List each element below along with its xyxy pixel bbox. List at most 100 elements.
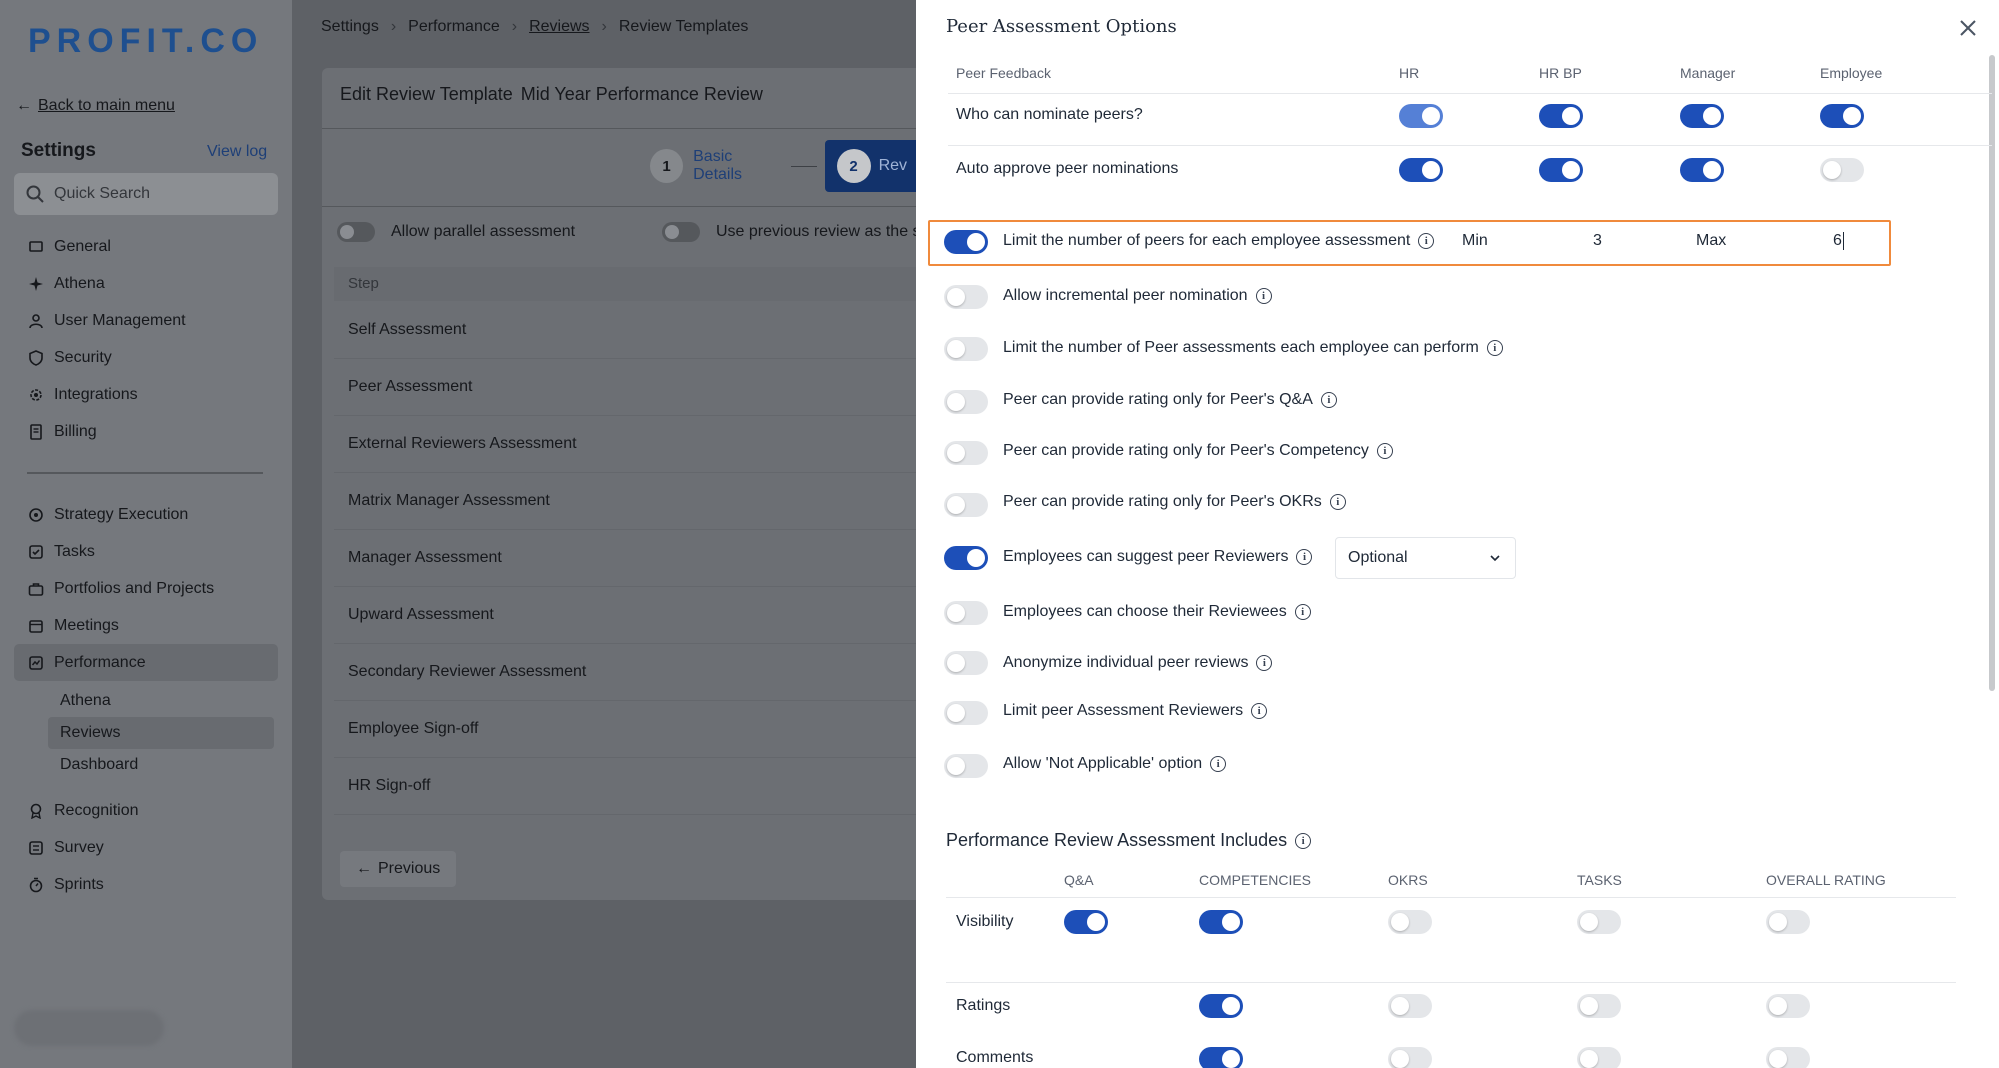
overall-rating-column-header: OVERALL RATING <box>1766 872 1886 888</box>
max-label: Max <box>1696 232 1727 249</box>
manager-column-header: Manager <box>1680 65 1736 81</box>
anonymize-reviews-toggle[interactable] <box>944 651 988 675</box>
visibility-qa-toggle[interactable] <box>1064 910 1108 934</box>
step-connector <box>791 165 817 167</box>
view-log-link[interactable]: View log <box>207 143 267 161</box>
sidebar-subitem-reviews[interactable]: Reviews <box>48 717 274 749</box>
visibility-competencies-toggle[interactable] <box>1199 910 1243 934</box>
profitco-logo[interactable]: PROFIT.CO <box>28 22 263 61</box>
rating-competency-only-toggle[interactable] <box>944 441 988 465</box>
sidebar-item-meetings[interactable]: Meetings <box>14 607 278 644</box>
info-icon[interactable]: i <box>1486 340 1503 356</box>
suggest-reviewers-select[interactable]: Optional <box>1335 537 1516 579</box>
table-row[interactable]: External Reviewers Assessment <box>334 416 934 473</box>
limit-peers-toggle[interactable] <box>944 230 988 254</box>
info-icon[interactable]: i <box>1295 832 1312 849</box>
info-icon[interactable]: i <box>1320 392 1337 408</box>
suggest-peer-reviewers-toggle[interactable] <box>944 546 988 570</box>
ratings-okrs-toggle[interactable] <box>1388 994 1432 1018</box>
limit-peer-assessments-toggle[interactable] <box>944 337 988 361</box>
step-basic-details[interactable]: 1 Basic Details <box>650 148 783 184</box>
max-value-input[interactable]: 6 <box>1833 232 1844 250</box>
info-icon[interactable]: i <box>1210 756 1227 772</box>
info-icon[interactable]: i <box>1251 703 1268 719</box>
sidebar-item-strategy-execution[interactable]: Strategy Execution <box>14 496 278 533</box>
user-icon <box>29 313 43 328</box>
user-profile-avatar[interactable] <box>14 1010 164 1046</box>
nominate-manager-toggle[interactable] <box>1680 104 1724 128</box>
info-icon[interactable]: i <box>1376 443 1393 459</box>
suggest-peer-reviewers-label: Employees can suggest peer Reviewers i <box>1003 548 1313 566</box>
incremental-nomination-toggle[interactable] <box>944 285 988 309</box>
nominate-hr-toggle[interactable] <box>1399 104 1443 128</box>
allow-parallel-assessment-toggle[interactable] <box>337 222 375 242</box>
breadcrumb-separator-icon: › <box>601 18 607 35</box>
sidebar-item-tasks[interactable]: Tasks <box>14 533 278 570</box>
breadcrumb-settings[interactable]: Settings <box>321 18 379 36</box>
back-to-main-menu-link[interactable]: ← Back to main menu <box>16 97 175 115</box>
sidebar-item-integrations[interactable]: Integrations <box>14 376 278 413</box>
close-icon[interactable] <box>1956 16 1980 40</box>
sidebar-item-user-management[interactable]: User Management <box>14 302 278 339</box>
auto-approve-employee-toggle[interactable] <box>1820 158 1864 182</box>
sidebar-item-label: Recognition <box>54 801 139 819</box>
table-row[interactable]: Matrix Manager Assessment <box>334 473 934 530</box>
table-row[interactable]: Employee Sign-off <box>334 701 934 758</box>
sidebar-item-performance[interactable]: Performance <box>14 644 278 681</box>
sidebar-item-athena[interactable]: Athena <box>14 265 278 302</box>
auto-approve-manager-toggle[interactable] <box>1680 158 1724 182</box>
nominate-hr-bp-toggle[interactable] <box>1539 104 1583 128</box>
comments-overall-rating-toggle[interactable] <box>1766 1047 1810 1068</box>
table-row[interactable]: Self Assessment <box>334 302 934 359</box>
comments-okrs-toggle[interactable] <box>1388 1047 1432 1068</box>
ratings-tasks-toggle[interactable] <box>1577 994 1621 1018</box>
comments-competencies-toggle[interactable] <box>1199 1047 1243 1068</box>
breadcrumb-reviews[interactable]: Reviews <box>529 18 589 36</box>
sidebar-item-general[interactable]: General <box>14 228 278 265</box>
auto-approve-hr-toggle[interactable] <box>1399 158 1443 182</box>
sidebar-subitem-dashboard[interactable]: Dashboard <box>48 749 274 781</box>
visibility-overall-rating-toggle[interactable] <box>1766 910 1810 934</box>
comments-tasks-toggle[interactable] <box>1577 1047 1621 1068</box>
ratings-overall-rating-toggle[interactable] <box>1766 994 1810 1018</box>
rating-qa-only-toggle[interactable] <box>944 390 988 414</box>
option-label: Employees can choose their Reviewees <box>1003 603 1287 620</box>
ratings-competencies-toggle[interactable] <box>1199 994 1243 1018</box>
table-row[interactable]: HR Sign-off <box>334 758 934 815</box>
sidebar-item-portfolios[interactable]: Portfolios and Projects <box>14 570 278 607</box>
table-row[interactable]: Peer Assessment <box>334 359 934 416</box>
previous-button[interactable]: ← Previous <box>340 851 457 887</box>
quick-search-input[interactable]: Quick Search <box>14 173 278 215</box>
sidebar-item-survey[interactable]: Survey <box>14 829 278 866</box>
info-icon[interactable]: i <box>1294 604 1311 620</box>
sidebar-item-security[interactable]: Security <box>14 339 278 376</box>
sidebar-subitem-athena[interactable]: Athena <box>48 685 274 717</box>
sidebar-item-recognition[interactable]: Recognition <box>14 792 278 829</box>
limit-peers-label: Limit the number of peers for each emplo… <box>1003 232 1435 250</box>
panel-scrollbar[interactable] <box>1989 55 1995 691</box>
choose-reviewees-toggle[interactable] <box>944 601 988 625</box>
info-icon[interactable]: i <box>1255 288 1272 304</box>
use-previous-review-toggle[interactable] <box>662 222 700 242</box>
info-icon[interactable]: i <box>1256 655 1273 671</box>
visibility-okrs-toggle[interactable] <box>1388 910 1432 934</box>
sidebar-item-billing[interactable]: Billing <box>14 413 278 450</box>
table-row[interactable]: Manager Assessment <box>334 530 934 587</box>
rating-okrs-only-toggle[interactable] <box>944 493 988 517</box>
who-can-nominate-peers-label: Who can nominate peers? <box>956 106 1143 123</box>
table-row[interactable]: Upward Assessment <box>334 587 934 644</box>
sidebar-item-sprints[interactable]: Sprints <box>14 866 278 903</box>
info-icon[interactable]: i <box>1418 233 1435 249</box>
info-icon[interactable]: i <box>1329 494 1346 510</box>
min-value-input[interactable]: 3 <box>1593 232 1602 250</box>
auto-approve-hr-bp-toggle[interactable] <box>1539 158 1583 182</box>
settings-nav-modules: Strategy Execution Tasks Portfolios and … <box>14 496 278 681</box>
breadcrumb-performance[interactable]: Performance <box>408 18 500 36</box>
search-icon <box>26 185 44 203</box>
info-icon[interactable]: i <box>1296 549 1313 565</box>
visibility-tasks-toggle[interactable] <box>1577 910 1621 934</box>
limit-peer-reviewers-toggle[interactable] <box>944 701 988 725</box>
table-row[interactable]: Secondary Reviewer Assessment <box>334 644 934 701</box>
not-applicable-option-toggle[interactable] <box>944 754 988 778</box>
nominate-employee-toggle[interactable] <box>1820 104 1864 128</box>
